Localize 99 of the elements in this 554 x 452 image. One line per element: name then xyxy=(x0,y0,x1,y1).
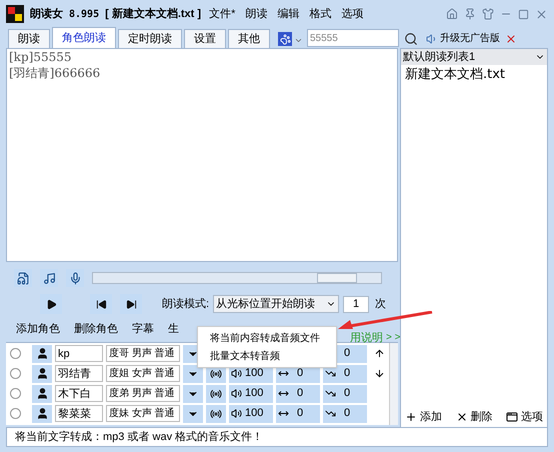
mode-dropdown[interactable]: 从光标位置开始朗读 xyxy=(213,295,340,313)
tab[interactable]: 角色朗读 xyxy=(52,27,116,48)
close-icon[interactable] xyxy=(505,33,517,45)
menu-item[interactable]: 编辑 xyxy=(275,6,302,22)
microphone-icon[interactable] xyxy=(66,269,84,287)
close-icon[interactable] xyxy=(535,8,548,20)
speaker-icon xyxy=(426,33,438,45)
playlist-button[interactable]: 添加 xyxy=(405,408,442,426)
menu-item[interactable]: 格式 xyxy=(307,6,334,22)
antenna-icon xyxy=(210,368,222,380)
playlist-button[interactable]: 删除 xyxy=(456,408,492,426)
move-up-icon[interactable] xyxy=(374,348,385,359)
antenna-icon xyxy=(210,388,222,400)
caret-icon[interactable] xyxy=(183,384,203,402)
playlist-dropdown[interactable]: 默认朗读列表1 xyxy=(401,49,547,65)
play-icon[interactable] xyxy=(40,294,62,314)
popup-menu-item[interactable]: 批量文本转音频 xyxy=(198,347,336,365)
speed-value: 0 xyxy=(297,406,304,422)
count-unit: 次 xyxy=(375,296,386,312)
antenna-icon xyxy=(210,408,222,420)
move-down-icon[interactable] xyxy=(374,368,385,379)
pin-icon[interactable] xyxy=(464,8,476,20)
app-name: 朗读女 xyxy=(30,6,63,22)
tab[interactable]: 定时朗读 xyxy=(118,29,182,48)
voice-field[interactable]: 度妹 女声 普通 xyxy=(106,405,180,422)
pitch-value: 0 xyxy=(344,346,350,362)
pitch-icon xyxy=(325,368,336,379)
shirt-icon[interactable] xyxy=(482,8,494,20)
volume-icon xyxy=(231,408,242,419)
search-field[interactable]: 55555 xyxy=(307,29,399,47)
menu-item[interactable]: 选项 xyxy=(339,6,366,22)
toolbar-button[interactable]: 删除角色 xyxy=(74,320,118,338)
speed-value: 0 xyxy=(297,386,304,402)
voice-field[interactable]: 度弟 男声 普通 xyxy=(106,385,180,402)
plus-icon xyxy=(405,411,417,423)
caret-icon[interactable] xyxy=(183,404,203,422)
window-icon xyxy=(506,411,518,423)
speed-icon xyxy=(278,368,289,379)
voice-field[interactable]: 度姐 女声 普通 xyxy=(106,365,180,382)
speed-icon xyxy=(278,388,289,399)
search-icon[interactable] xyxy=(404,32,418,46)
person-icon[interactable] xyxy=(32,364,52,382)
status-bar: 将当前文字转成：mp3 或者 wav 格式的音乐文件！ xyxy=(6,427,548,447)
person-icon[interactable] xyxy=(32,344,52,362)
position-slider[interactable] xyxy=(92,272,382,284)
count-field[interactable]: 1 xyxy=(343,296,370,312)
scrollbar[interactable] xyxy=(389,343,398,425)
role-radio[interactable] xyxy=(10,368,21,379)
paw-icon[interactable] xyxy=(278,32,292,46)
skip-forward-icon[interactable] xyxy=(120,294,142,314)
volume-icon xyxy=(231,368,242,379)
app-logo-icon xyxy=(6,5,24,23)
playlist-item[interactable]: 新建文本文档.txt xyxy=(401,65,547,84)
slider-thumb[interactable] xyxy=(316,273,357,283)
close-icon xyxy=(456,411,468,423)
mode-label: 朗读模式: xyxy=(162,296,210,312)
tab[interactable]: 朗读 xyxy=(8,29,50,48)
volume-value: 100 xyxy=(245,406,264,422)
person-icon[interactable] xyxy=(32,384,52,402)
music-note-icon[interactable] xyxy=(40,269,58,287)
toolbar-button[interactable]: 添加角色 xyxy=(16,320,60,338)
pitch-value: 0 xyxy=(344,366,350,382)
role-radio[interactable] xyxy=(10,388,21,399)
volume-value: 100 xyxy=(245,386,264,402)
caret-icon[interactable] xyxy=(183,364,203,382)
text-editor[interactable]: [kp]55555 [羽结青]666666 xyxy=(6,48,398,262)
playlist-button[interactable]: 选项 xyxy=(506,408,543,426)
pitch-value: 0 xyxy=(344,386,350,402)
person-icon[interactable] xyxy=(32,404,52,422)
pitch-icon xyxy=(325,388,336,399)
pitch-value: 0 xyxy=(344,406,350,422)
editor-line: [羽结青]666666 xyxy=(9,65,100,81)
editor-line: [kp]55555 xyxy=(9,49,72,65)
role-name-field[interactable]: 羽结青 xyxy=(55,365,103,382)
volume-value: 100 xyxy=(245,366,264,382)
toolbar-button[interactable]: 生 xyxy=(168,320,179,338)
voice-field[interactable]: 度哥 男声 普通 xyxy=(106,345,180,362)
role-radio[interactable] xyxy=(10,348,21,359)
speed-icon xyxy=(278,408,289,419)
upgrade-button[interactable]: 升级无广告版 xyxy=(440,31,500,46)
menu-item[interactable]: 朗读 xyxy=(243,6,270,22)
popup-menu-item[interactable]: 将当前内容转成音频文件 xyxy=(198,329,336,347)
role-name-field[interactable]: 木下白 xyxy=(55,385,103,402)
home-icon[interactable] xyxy=(446,8,458,20)
maximize-icon[interactable] xyxy=(518,8,529,20)
volume-icon xyxy=(231,388,242,399)
file-audio-icon[interactable] xyxy=(14,269,32,287)
skip-back-icon[interactable] xyxy=(90,294,112,314)
pitch-icon xyxy=(325,408,336,419)
toolbar-button[interactable]: 字幕 xyxy=(132,320,154,338)
speed-value: 0 xyxy=(297,366,304,382)
document-title: [ 新建文本文档.txt ] xyxy=(105,6,202,22)
tab[interactable]: 设置 xyxy=(184,29,226,48)
tab[interactable]: 其他 xyxy=(228,29,270,48)
role-radio[interactable] xyxy=(10,408,21,419)
app-version: 8.995 xyxy=(69,8,100,22)
menu-item[interactable]: 文件* xyxy=(207,6,238,22)
role-name-field[interactable]: 黎菜菜 xyxy=(55,405,103,422)
role-name-field[interactable]: kp xyxy=(55,345,103,362)
